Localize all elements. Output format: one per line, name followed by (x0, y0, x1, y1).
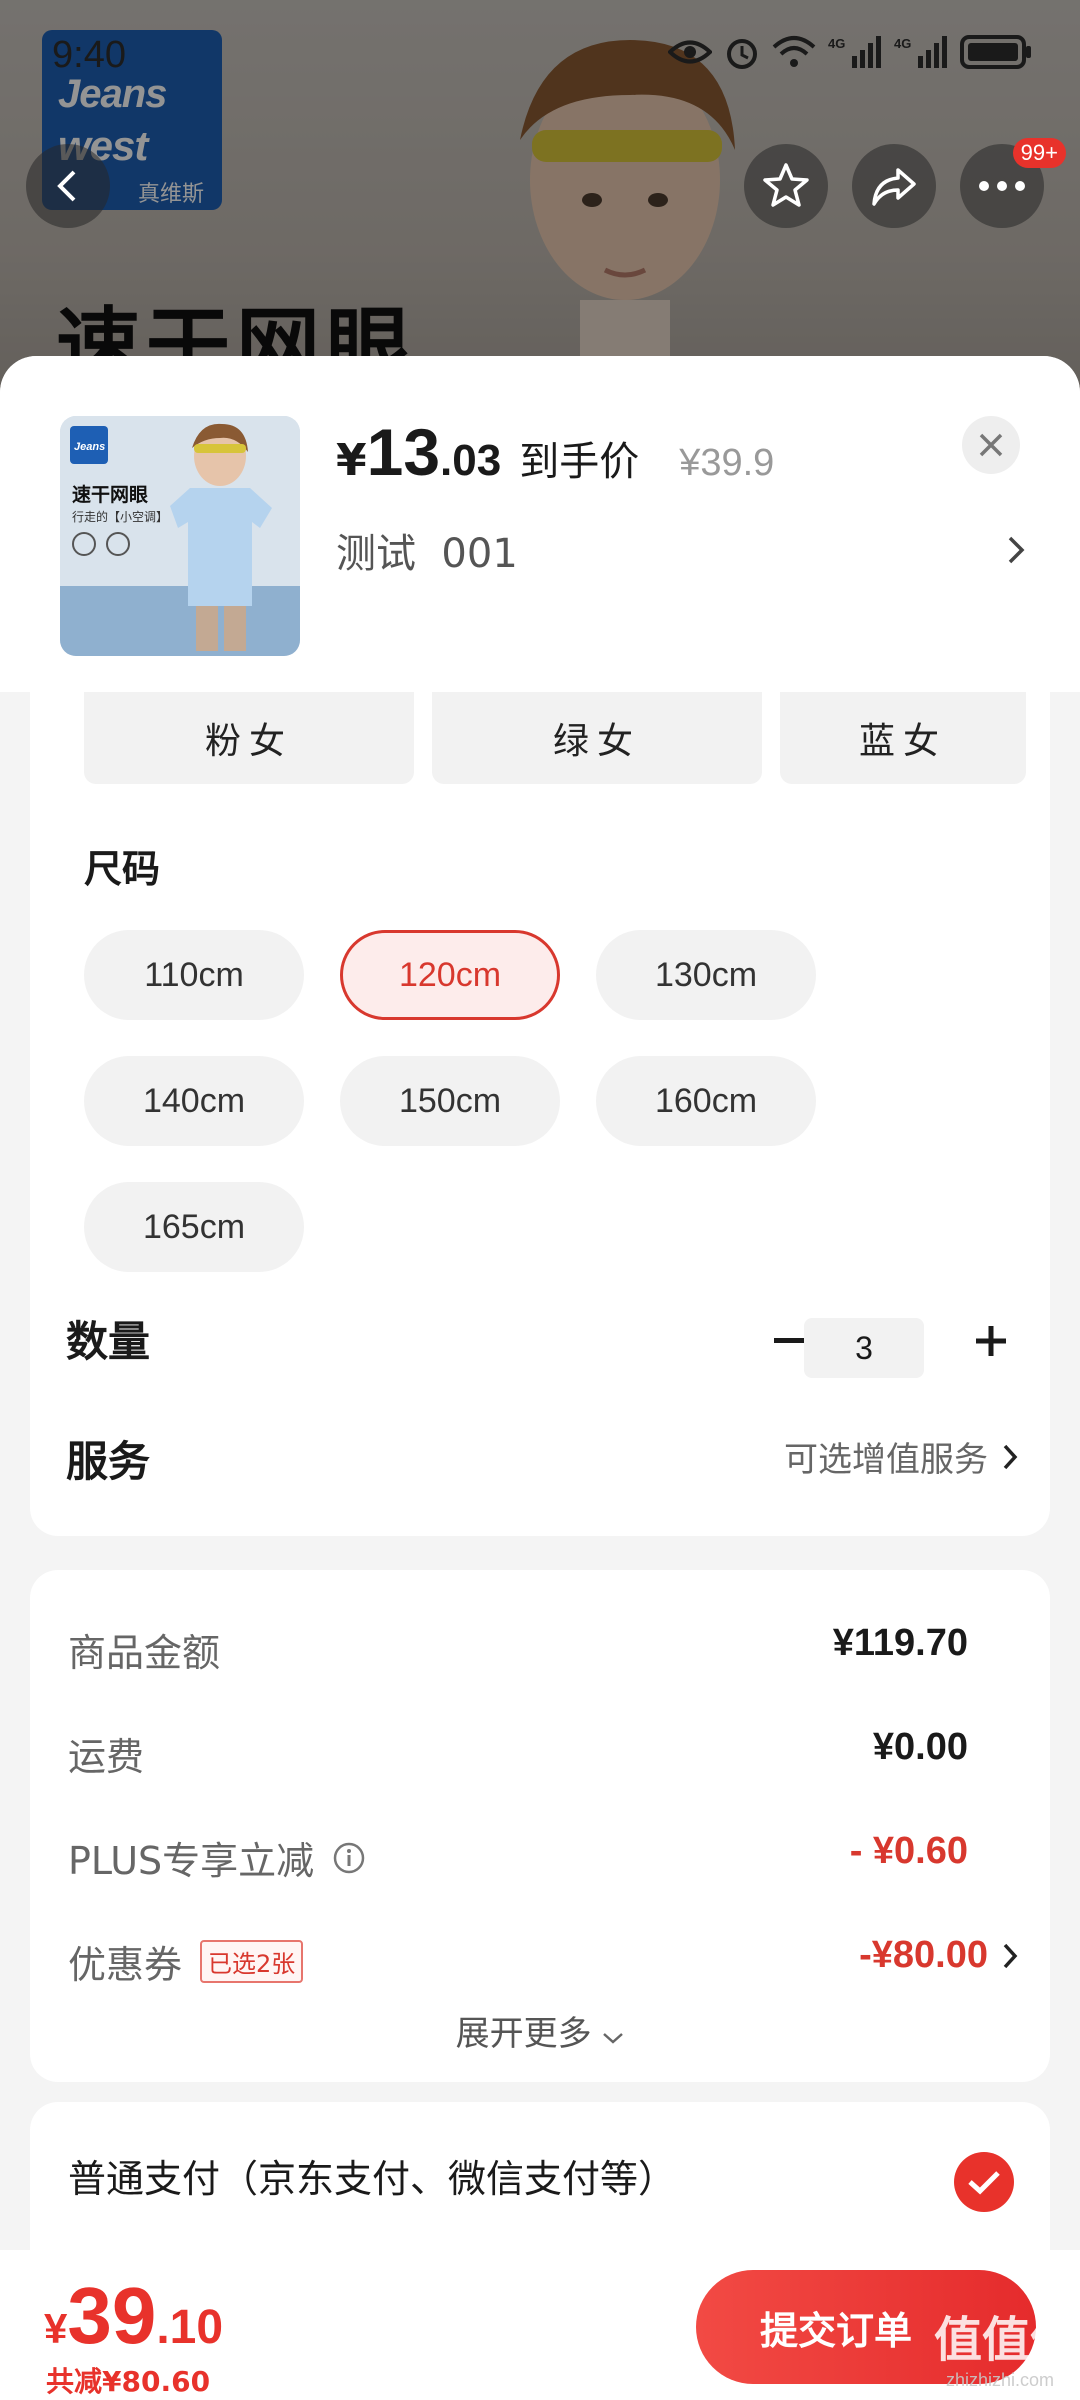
plus-discount-row-label: PLUS专享立减 (68, 1830, 366, 1885)
close-icon (979, 433, 1003, 457)
size-title: 尺码 (84, 847, 161, 891)
minus-icon (774, 1338, 804, 1343)
close-button[interactable] (962, 416, 1020, 474)
svg-text:Jeans: Jeans (74, 441, 105, 453)
color-option-green[interactable]: 绿女 (432, 692, 762, 784)
quantity-input[interactable]: 3 (804, 1318, 924, 1378)
chevron-down-icon (603, 2033, 624, 2044)
plus-discount-value: - ¥0.60 (849, 1830, 968, 1872)
coupon-selector[interactable]: -¥80.00 (859, 1934, 1018, 1977)
payment-selected-checkbox[interactable] (954, 2152, 1014, 2212)
goods-amount-value: ¥119.70 (832, 1622, 968, 1664)
product-thumbnail-image: Jeans (60, 416, 300, 656)
price-row: ¥ 13 .03 到手价 ¥39.9 (336, 414, 774, 490)
eye-icon (668, 40, 712, 64)
quantity-increase-button[interactable] (966, 1316, 1016, 1366)
status-bar: 9:40 4G 4G (0, 30, 1080, 86)
service-selector[interactable]: 可选增值服务 (784, 1432, 1018, 1481)
sheet-header: Jeans 速干网眼 行走的【小空调】 ¥ 13 .03 到手价 ¥39.9 测… (0, 356, 1080, 692)
shipping-label: 运费 (68, 1735, 145, 1779)
color-option-pink[interactable]: 粉女 (84, 692, 414, 784)
total-price: ¥ 39 .10 (44, 2270, 223, 2362)
info-icon[interactable] (332, 1841, 366, 1875)
chevron-right-icon (1003, 1444, 1018, 1469)
fee-card: 商品金额 ¥119.70 运费 ¥0.00 PLUS专享立减 - ¥0.60 优… (30, 1570, 1050, 2082)
checkout-bar: ¥ 39 .10 共减¥80.60 提交订单 值值值 zhizhizhi.com (0, 2250, 1080, 2400)
more-button[interactable]: 99+ (960, 138, 1066, 228)
coupon-value: -¥80.00 (859, 1934, 988, 1976)
chevron-right-icon (1003, 1943, 1018, 1968)
selected-spec: 测试 001 (336, 531, 518, 577)
expand-more-button[interactable]: 展开更多 (30, 2006, 1050, 2055)
size-option-110[interactable]: 110cm (84, 930, 304, 1020)
svg-text:4G: 4G (828, 36, 845, 51)
coupon-row-label: 优惠券 已选2张 (68, 1934, 304, 1989)
order-sheet: Jeans 速干网眼 行走的【小空调】 ¥ 13 .03 到手价 ¥39.9 测… (0, 356, 1080, 2400)
coupon-label: 优惠券 (68, 1943, 183, 1987)
more-dots-icon (979, 181, 1025, 191)
chevron-right-icon (1008, 536, 1025, 564)
service-hint: 可选增值服务 (784, 1440, 988, 1480)
price-label: 到手价 (519, 439, 640, 485)
plus-discount-label: PLUS专享立减 (68, 1839, 315, 1883)
color-option-blue[interactable]: 蓝女 (780, 692, 1026, 784)
shipping-value: ¥0.00 (872, 1726, 968, 1768)
plus-icon (976, 1326, 1006, 1356)
site-watermark: 值值值 (934, 2312, 1079, 2368)
product-thumbnail: Jeans 速干网眼 行走的【小空调】 (60, 416, 300, 656)
selected-spec-row[interactable]: 测试 001 (336, 520, 1026, 580)
submit-order-label: 提交订单 (759, 2308, 912, 2353)
favorite-button[interactable] (744, 144, 828, 228)
site-watermark-url: zhizhizhi.com (946, 2370, 1055, 2390)
share-button[interactable] (852, 144, 936, 228)
alarm-icon (727, 39, 757, 69)
back-button[interactable] (26, 144, 110, 228)
thumbnail-subtitle: 行走的【小空调】 (72, 510, 169, 524)
total-integer: 39 (67, 2271, 157, 2360)
size-option-140[interactable]: 140cm (84, 1056, 304, 1146)
total-savings: 共减¥80.60 (46, 2365, 211, 2398)
size-option-160[interactable]: 160cm (596, 1056, 816, 1146)
signal-4g-icon: 4G (828, 36, 881, 68)
price-integer: 13 (366, 415, 441, 489)
thumbnail-title: 速干网眼 (72, 484, 149, 506)
service-label: 服务 (66, 1437, 151, 1486)
coupon-count-tag: 已选2张 (200, 1940, 304, 1983)
notification-badge: 99+ (1012, 138, 1066, 168)
total-currency: ¥ (44, 2305, 68, 2352)
battery-icon (960, 35, 1031, 69)
svg-text:4G: 4G (894, 36, 911, 51)
wifi-icon (772, 36, 816, 67)
size-option-120[interactable]: 120cm (340, 930, 560, 1020)
size-option-150[interactable]: 150cm (340, 1056, 560, 1146)
signal-4g-icon-2: 4G (894, 36, 947, 68)
size-option-165[interactable]: 165cm (84, 1182, 304, 1272)
size-option-130[interactable]: 130cm (596, 930, 816, 1020)
share-icon (872, 168, 916, 206)
star-icon (763, 163, 809, 207)
total-decimal: .10 (156, 2301, 224, 2354)
chevron-left-icon (57, 170, 76, 202)
price-currency: ¥ (336, 435, 367, 486)
status-icons: 4G 4G (668, 34, 1032, 70)
payment-method-label[interactable]: 普通支付（京东支付、微信支付等） (68, 2148, 676, 2203)
quantity-label: 数量 (66, 1317, 151, 1366)
status-time: 9:40 (52, 34, 126, 76)
goods-amount-label: 商品金额 (68, 1631, 221, 1675)
checkmark-icon (968, 2171, 1000, 2195)
original-price: ¥39.9 (679, 442, 775, 484)
price-decimal: .03 (440, 436, 502, 485)
expand-more-label: 展开更多 (455, 2014, 592, 2054)
